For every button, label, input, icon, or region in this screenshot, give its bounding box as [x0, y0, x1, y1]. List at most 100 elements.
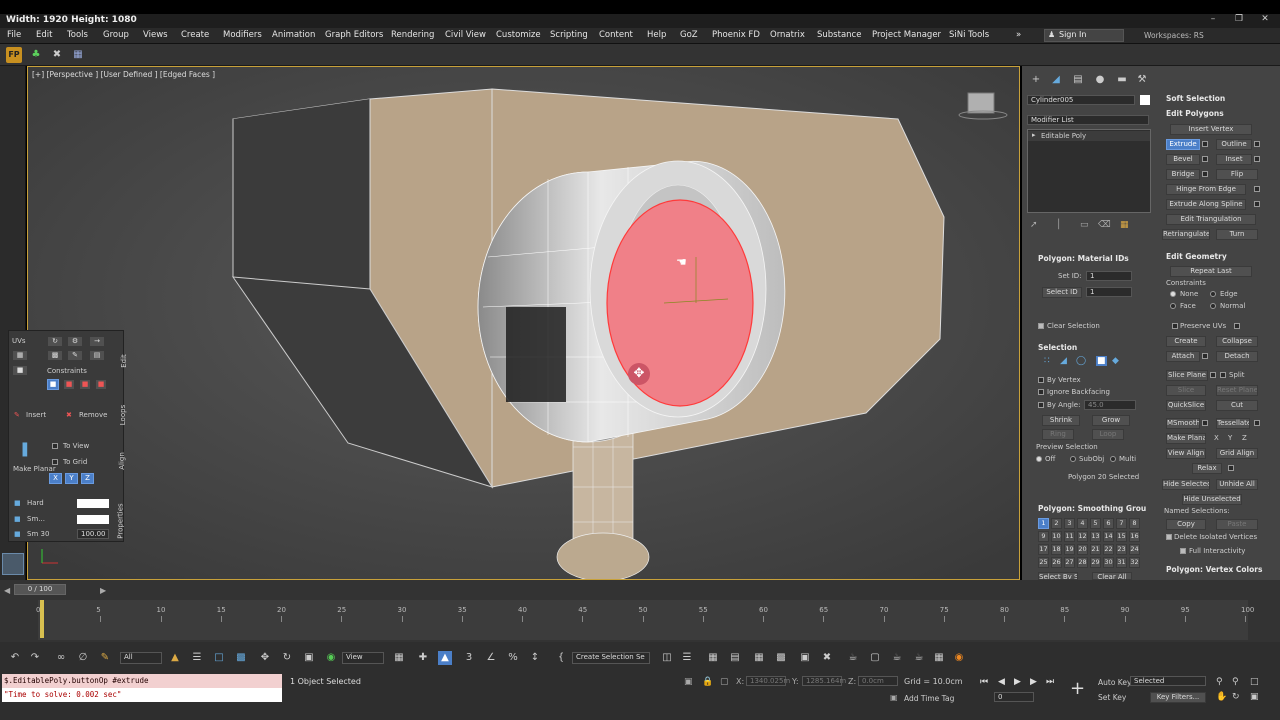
menu-goz[interactable]: GoZ	[680, 30, 698, 40]
select-id-field[interactable]: 1	[1086, 287, 1132, 297]
hide-selected-button[interactable]: Hide Selected	[1162, 479, 1210, 490]
modifier-list-dropdown[interactable]: Modifier List	[1027, 115, 1149, 125]
preview-off-label[interactable]: Off	[1045, 455, 1055, 463]
select-object-icon[interactable]: ▲	[168, 651, 182, 665]
utilities-tab-icon[interactable]: ⚒	[1134, 72, 1150, 88]
make-planar-button[interactable]: Make Planar	[1166, 433, 1206, 444]
x-coord-field[interactable]: 1340.025m	[746, 676, 790, 686]
schematic-icon[interactable]: ▩	[774, 651, 788, 665]
preserve-uvs-label[interactable]: Preserve UVs	[1180, 322, 1226, 330]
isolate-icon[interactable]: ▣	[684, 677, 693, 687]
smoothing-group-button[interactable]: 32	[1129, 557, 1140, 568]
teapot-render-icon[interactable]: ☕	[846, 651, 860, 665]
constraint-face-label[interactable]: Face	[1180, 302, 1196, 310]
named-selection-icon[interactable]: {	[554, 651, 568, 665]
time-cursor[interactable]	[40, 600, 44, 638]
slice-button[interactable]: Slice	[1166, 385, 1206, 396]
grid-tool-icon[interactable]: ▩	[47, 350, 63, 361]
select-by-name-icon[interactable]: ☰	[190, 651, 204, 665]
extrude-spline-settings-icon[interactable]	[1254, 201, 1260, 207]
clear-selection-checkbox[interactable]	[1038, 323, 1044, 329]
to-grid-checkbox[interactable]	[52, 459, 58, 465]
collapse-button[interactable]: Collapse	[1216, 336, 1258, 347]
smoothing-group-button[interactable]: 23	[1116, 544, 1127, 555]
grid-align-button[interactable]: Grid Align	[1216, 448, 1258, 459]
expand-icon[interactable]: ▸	[1032, 131, 1036, 139]
menu-scripting[interactable]: Scripting	[550, 30, 588, 40]
rect-select-icon[interactable]: □	[212, 651, 226, 665]
smoothing-group-button[interactable]: 25	[1038, 557, 1049, 568]
window-crossing-icon[interactable]: ▩	[234, 651, 248, 665]
object-name-field[interactable]: Cylinder005	[1027, 95, 1135, 105]
plant-icon[interactable]: ♣	[28, 47, 44, 63]
planar-z-button[interactable]: Z	[1242, 434, 1247, 442]
shrink-button[interactable]: Shrink	[1042, 415, 1080, 426]
rotate-tool-icon[interactable]: ↻	[280, 651, 294, 665]
render-setup-icon[interactable]: ✖	[820, 651, 834, 665]
edit-tab-label[interactable]: Edit	[120, 354, 128, 368]
perspective-viewport[interactable]: [+] [Perspective ] [User Defined ] [Edge…	[27, 66, 1020, 580]
preserve-uvs-settings-icon[interactable]	[1234, 323, 1240, 329]
smoothing-group-button[interactable]: 7	[1116, 518, 1127, 529]
uv-tool-icon[interactable]: ▦	[12, 350, 28, 361]
tools-icon[interactable]: ✖	[49, 47, 65, 63]
smoothing-group-button[interactable]: 4	[1077, 518, 1088, 529]
ring-button[interactable]: Ring	[1042, 429, 1074, 440]
turn-button[interactable]: Turn	[1216, 229, 1258, 240]
flip-button[interactable]: Flip	[1216, 169, 1258, 180]
constraint-none-radio[interactable]	[1170, 291, 1176, 297]
play-icon[interactable]: ▶	[1014, 677, 1021, 687]
placement-icon[interactable]: ◉	[324, 651, 338, 665]
smoothing-group-button[interactable]: 11	[1064, 531, 1075, 542]
sign-in-button[interactable]: Sign In	[1044, 29, 1124, 42]
smoothing-group-button[interactable]: 22	[1103, 544, 1114, 555]
preview-multi-label[interactable]: Multi	[1119, 455, 1136, 463]
smoothing-group-button[interactable]: 16	[1129, 531, 1140, 542]
menu-modifiers[interactable]: Modifiers	[223, 30, 262, 40]
menu-tools[interactable]: Tools	[67, 30, 88, 40]
smoothing-group-button[interactable]: 24	[1129, 544, 1140, 555]
bevel-button[interactable]: Bevel	[1166, 154, 1200, 165]
msmooth-settings-icon[interactable]	[1202, 420, 1208, 426]
inset-button[interactable]: Inset	[1216, 154, 1252, 165]
display-tab-icon[interactable]: ▬	[1114, 72, 1130, 88]
hierarchy-tab-icon[interactable]: ▤	[1070, 72, 1086, 88]
timeline-ruler[interactable]: 0 5 10 15 20 25 30 35 40 45 50 55 60 65 70 75 80 85 90 95 10…	[36, 600, 1254, 640]
smoothing-group-button[interactable]: 13	[1090, 531, 1101, 542]
reset-plane-button[interactable]: Reset Plane	[1216, 385, 1258, 396]
grid-icon[interactable]: ▦	[70, 47, 86, 63]
link-icon[interactable]: ∞	[54, 651, 68, 665]
constraint-face-radio[interactable]	[1170, 303, 1176, 309]
key-selection-dropdown[interactable]: Selected	[1130, 676, 1206, 686]
preview-subobj-label[interactable]: SubObj	[1079, 455, 1104, 463]
smoothing-group-button[interactable]: 17	[1038, 544, 1049, 555]
constraint-none-label[interactable]: None	[1180, 290, 1198, 298]
select-by-sg-button[interactable]: Select By SG	[1038, 572, 1078, 580]
smoothing-group-button[interactable]: 5	[1090, 518, 1101, 529]
delete-icon[interactable]: ⌫	[1098, 220, 1111, 230]
spinner-snap-icon[interactable]: ↕	[528, 651, 542, 665]
render-production-icon[interactable]: ☕	[890, 651, 904, 665]
go-to-end-icon[interactable]: ⏭	[1046, 677, 1054, 687]
smoothing-group-button[interactable]: 15	[1116, 531, 1127, 542]
menu-edit[interactable]: Edit	[36, 30, 52, 40]
smoothing-groups-header[interactable]: Polygon: Smoothing Grou	[1038, 504, 1146, 513]
menu-sini-tools[interactable]: SiNi Tools	[949, 30, 989, 40]
smoothing-group-button[interactable]: 30	[1103, 557, 1114, 568]
menu-ornatrix[interactable]: Ornatrix	[770, 30, 805, 40]
unlink-icon[interactable]: ∅	[76, 651, 90, 665]
align-y-button[interactable]: Y	[65, 473, 78, 484]
slice-plane-settings-icon[interactable]	[1210, 372, 1216, 378]
modifier-stack-item[interactable]: Editable Poly ▸	[1028, 131, 1150, 141]
table-icon[interactable]: ▤	[89, 350, 105, 361]
tessellate-settings-icon[interactable]	[1254, 420, 1260, 426]
layer-explorer-icon[interactable]: ▦	[706, 651, 720, 665]
minimize-icon[interactable]: –	[1200, 14, 1226, 24]
menu-help[interactable]: Help	[647, 30, 666, 40]
by-vertex-label[interactable]: By Vertex	[1047, 376, 1081, 384]
bridge-settings-icon[interactable]	[1202, 171, 1208, 177]
hard-label[interactable]: Hard	[27, 499, 44, 507]
loops-tab-label[interactable]: Loops	[119, 405, 127, 425]
slider-left-icon[interactable]: ◀	[4, 586, 10, 595]
to-grid-label[interactable]: To Grid	[63, 458, 87, 466]
